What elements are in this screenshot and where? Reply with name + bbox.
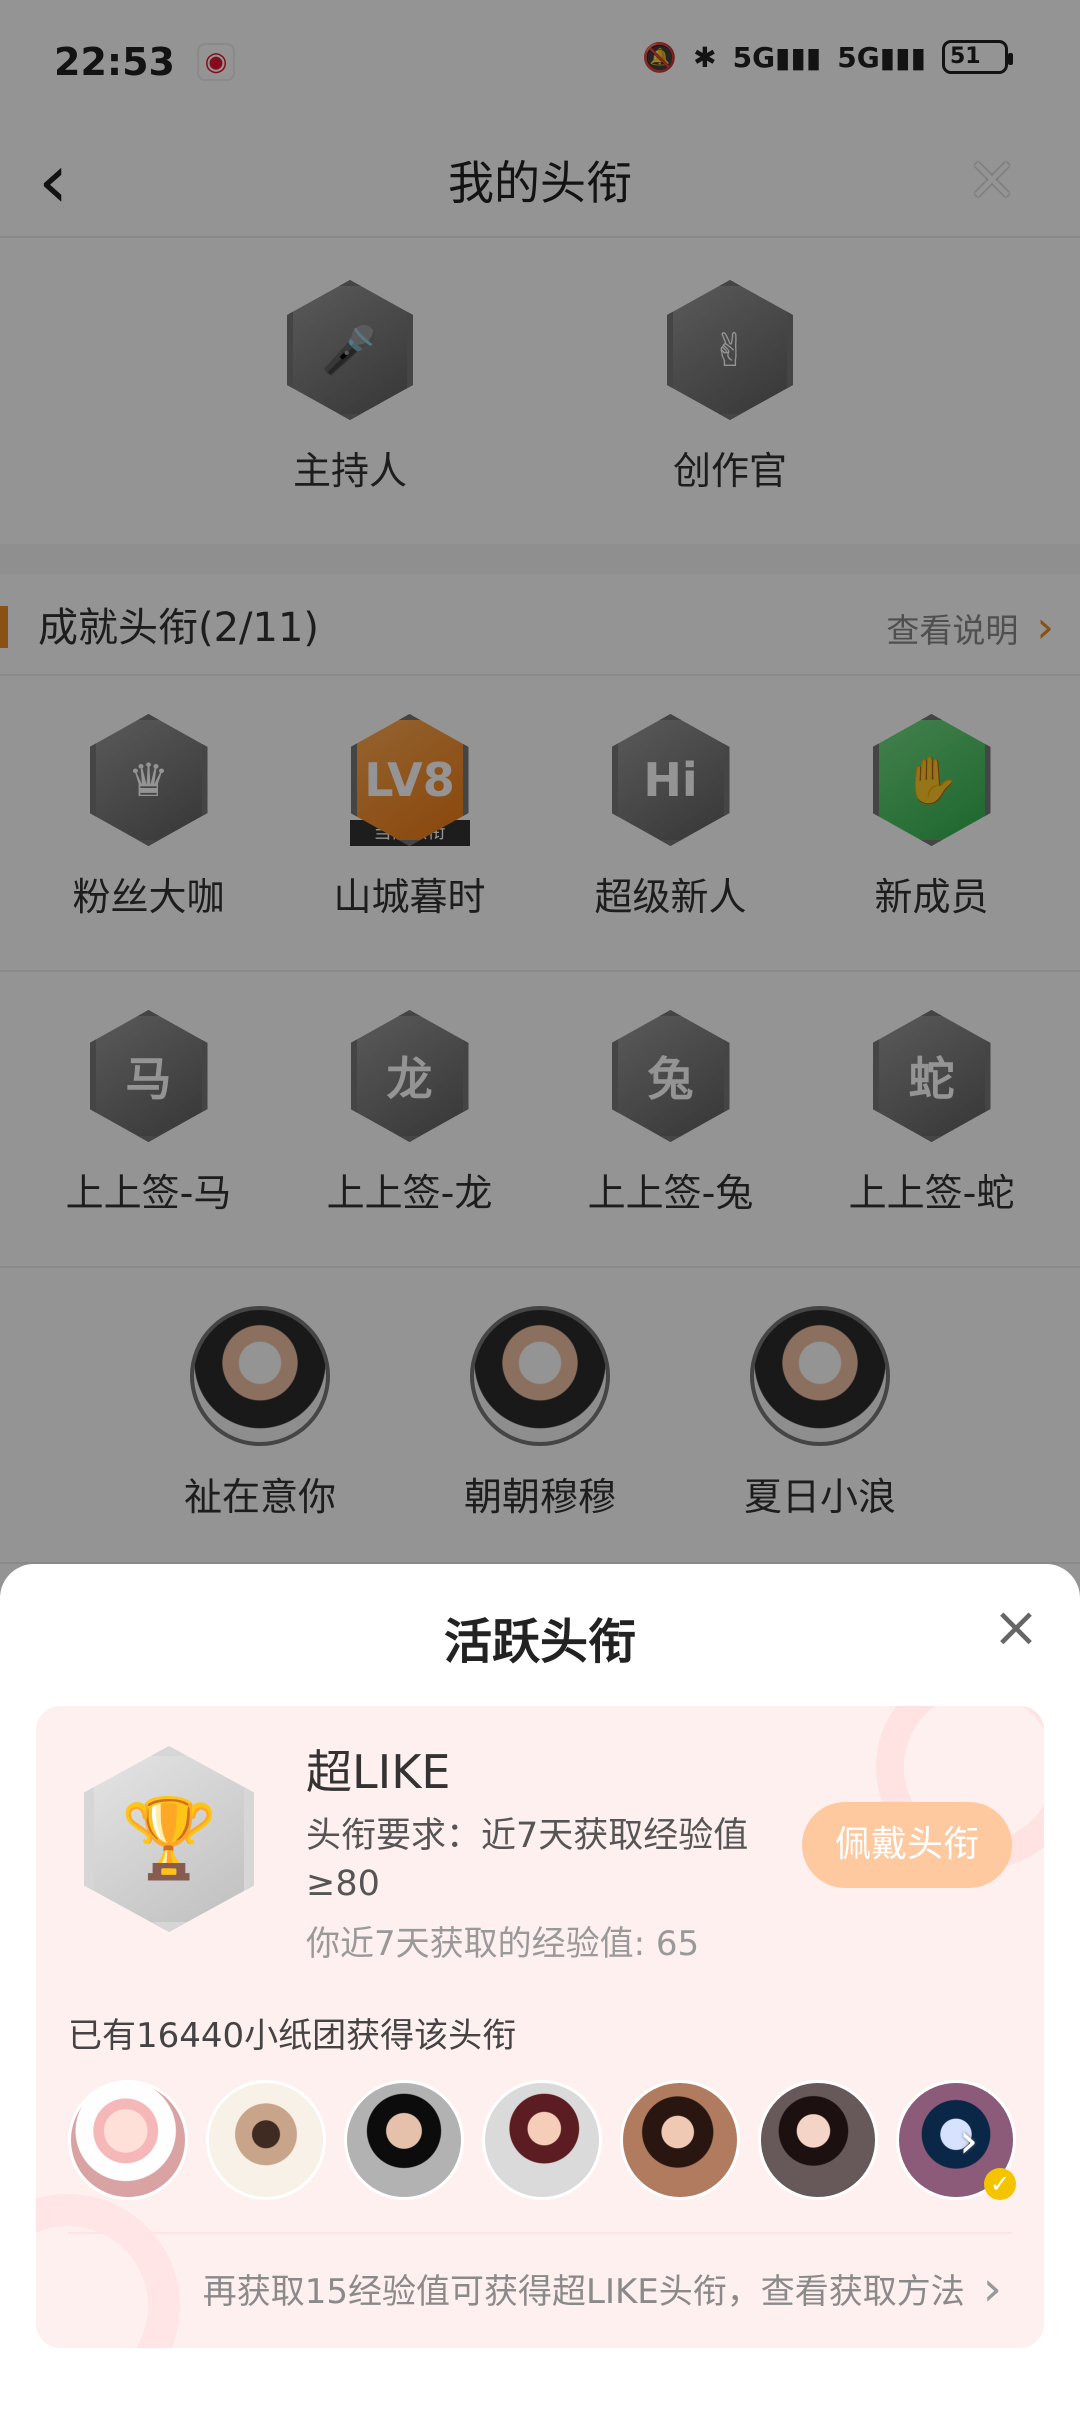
avatar[interactable]: [206, 2080, 326, 2200]
requirement-text: 头衔要求：近7天获取经验值≥80: [306, 1816, 749, 1904]
avatar[interactable]: [344, 2080, 464, 2200]
owner-avatars: ›: [68, 2080, 1016, 2200]
active-title-sheet: 活跃头衔 × 🏆 超LIKE 头衔要求：近7天获取经验值≥80 你近7天获取的经…: [0, 1564, 1080, 2412]
avatar[interactable]: ›: [896, 2080, 1016, 2200]
sheet-title: 活跃头衔: [443, 1614, 636, 1670]
close-icon[interactable]: ×: [986, 1598, 1046, 1658]
trophy-icon: 🏆: [84, 1746, 254, 1932]
title-name: 超LIKE: [306, 1745, 451, 1799]
owners-count: 已有16440小纸团获得该头衔: [68, 2016, 517, 2056]
experience-text: 你近7天获取的经验值: 65: [306, 1924, 700, 1964]
obtain-method-link[interactable]: 再获取15经验值可获得超LIKE头衔，查看获取方法 ›: [203, 2264, 1002, 2313]
avatar[interactable]: [620, 2080, 740, 2200]
chevron-right-icon: ›: [959, 2113, 979, 2169]
wear-title-button[interactable]: 佩戴头衔: [802, 1802, 1012, 1888]
app-screen: 22:53 ◉ 🔕 ✱ 5G▮▮▮ 5G▮▮▮ 51 ‹ 我的头衔 × 🎤 主持…: [0, 0, 1080, 2412]
title-detail-card: 🏆 超LIKE 头衔要求：近7天获取经验值≥80 你近7天获取的经验值: 65 …: [36, 1706, 1044, 2348]
avatar[interactable]: [758, 2080, 878, 2200]
avatar[interactable]: [68, 2080, 188, 2200]
avatar[interactable]: [482, 2080, 602, 2200]
divider: [68, 2232, 1012, 2234]
chevron-right-icon: ›: [982, 2260, 1002, 2317]
